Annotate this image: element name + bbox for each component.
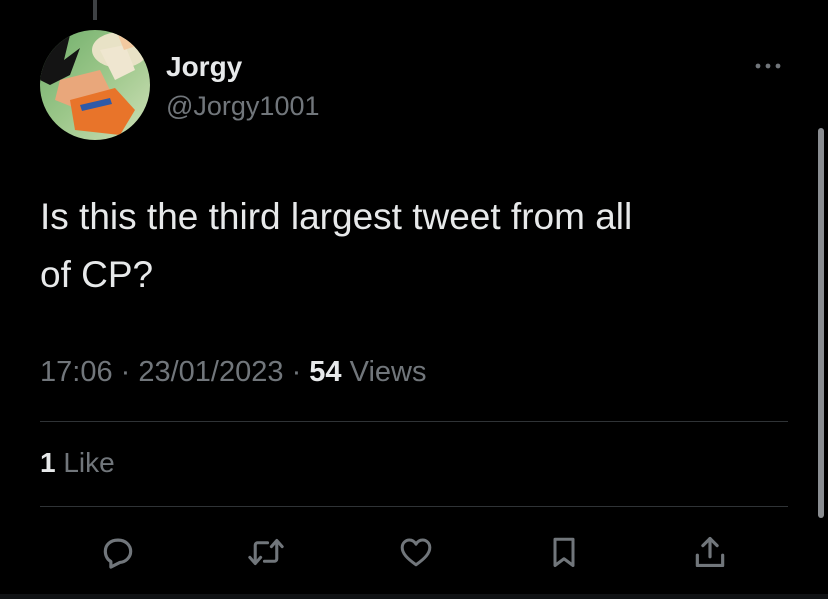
like-button[interactable] xyxy=(396,532,436,572)
reply-icon xyxy=(103,538,133,569)
scrollbar[interactable] xyxy=(818,128,824,518)
more-options-button[interactable] xyxy=(746,50,790,82)
bottom-border xyxy=(0,594,828,599)
bookmark-icon xyxy=(553,537,575,567)
author-handle[interactable]: @Jorgy1001 xyxy=(166,89,320,123)
tweet-date[interactable]: 23/01/2023 xyxy=(138,356,283,388)
views-label: Views xyxy=(341,356,427,388)
author-name[interactable]: Jorgy xyxy=(166,50,242,84)
thread-connector-line xyxy=(93,0,97,20)
views-count: 54 xyxy=(309,356,342,388)
share-button[interactable] xyxy=(690,532,730,572)
bookmark-button[interactable] xyxy=(544,532,584,572)
avatar[interactable] xyxy=(40,30,150,140)
divider xyxy=(40,421,788,422)
reply-button[interactable] xyxy=(98,532,138,572)
likes-stat[interactable]: 1 Like xyxy=(40,444,115,482)
tweet-text-line: Is this the third largest tweet from all xyxy=(40,196,633,237)
meta-separator: · xyxy=(112,356,139,388)
tweet-time[interactable]: 17:06 xyxy=(40,356,113,388)
retweet-button[interactable] xyxy=(246,532,286,572)
heart-icon xyxy=(400,538,432,567)
divider xyxy=(40,506,788,507)
retweet-icon xyxy=(248,538,284,566)
likes-label: Like xyxy=(55,447,115,478)
meta-separator: · xyxy=(283,356,310,388)
avatar-image xyxy=(40,30,150,140)
tweet-text: Is this the third largest tweet from all… xyxy=(40,188,800,304)
share-icon xyxy=(695,536,725,568)
more-dots-icon xyxy=(755,63,781,69)
likes-count: 1 xyxy=(40,447,56,478)
tweet-meta: 17:06 · 23/01/2023 · 54 Views xyxy=(40,352,426,392)
tweet-text-line: of CP? xyxy=(40,254,154,295)
